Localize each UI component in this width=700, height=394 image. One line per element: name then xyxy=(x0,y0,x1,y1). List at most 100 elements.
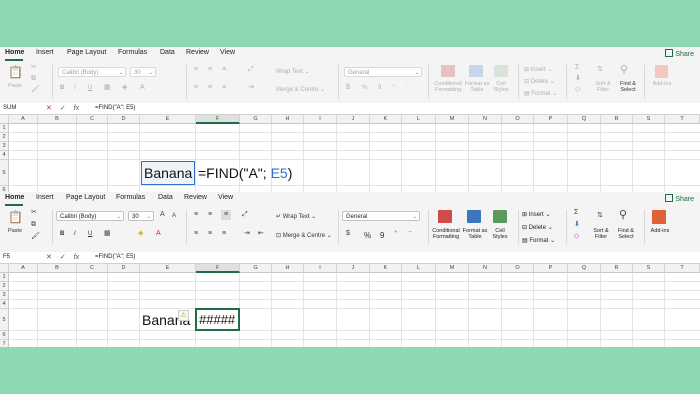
italic-button[interactable]: I xyxy=(74,231,76,237)
column-header-i[interactable]: I xyxy=(304,115,337,124)
font-size-dropdown[interactable]: 30 ⌄ xyxy=(130,67,156,77)
column-header-s[interactable]: S xyxy=(633,115,665,124)
row-header-7[interactable]: 7 xyxy=(0,340,9,347)
find-select-label[interactable]: Find & Select xyxy=(614,228,638,240)
format-as-table-label[interactable]: Format as Table xyxy=(464,81,490,93)
share-button[interactable]: Share xyxy=(665,49,694,58)
insert-function-icon[interactable]: fx xyxy=(74,105,79,112)
cut-icon[interactable]: ✂ xyxy=(31,209,37,217)
cut-icon[interactable]: ✂ xyxy=(31,64,37,72)
cell-styles-label[interactable]: Cell Styles xyxy=(490,81,512,93)
column-header-e[interactable]: E xyxy=(140,115,196,124)
decrease-font-icon[interactable]: A xyxy=(172,212,176,220)
indent-icon[interactable]: ⇥ xyxy=(248,84,254,92)
sort-filter-icon[interactable]: ⇅ xyxy=(597,212,603,220)
column-header-j[interactable]: J xyxy=(337,264,370,273)
format-cells-button[interactable]: ▤ Format ⌄ xyxy=(524,90,557,97)
column-header-n[interactable]: N xyxy=(469,264,502,273)
paste-icon[interactable]: 📋 xyxy=(8,65,23,79)
column-header-f[interactable]: F xyxy=(196,115,240,124)
worksheet-grid[interactable]: ABCDEFGHIJKLMNOPQRST12345678Banana=FIND(… xyxy=(0,115,700,192)
insert-cells-button[interactable]: ⊞ Insert ⌄ xyxy=(522,211,550,218)
column-header-r[interactable]: R xyxy=(601,115,633,124)
percent-button[interactable]: % xyxy=(364,231,371,240)
underline-button[interactable]: U xyxy=(88,85,92,91)
tab-data[interactable]: Data xyxy=(160,49,175,56)
comma-button[interactable]: 9 xyxy=(380,231,384,240)
copy-icon[interactable]: ⧉ xyxy=(31,75,36,83)
name-box[interactable]: F5 xyxy=(3,253,35,262)
align-center-icon[interactable]: ≡ xyxy=(208,84,212,92)
conditional-formatting-label[interactable]: Conditional Formatting xyxy=(430,81,466,93)
indent-icon[interactable]: ⇥ xyxy=(244,230,250,238)
fill-color-icon[interactable]: ◈ xyxy=(122,84,127,92)
insert-function-icon[interactable]: fx xyxy=(74,254,79,261)
column-header-p[interactable]: P xyxy=(534,264,568,273)
share-button[interactable]: Share xyxy=(665,194,694,203)
increase-decimal-icon[interactable]: ⁺ xyxy=(394,230,398,238)
sort-filter-icon[interactable]: ⇅ xyxy=(597,66,603,74)
format-painter-icon[interactable]: 🖌 xyxy=(31,233,40,241)
autosum-icon[interactable]: Σ xyxy=(574,209,578,217)
find-select-icon[interactable]: ⚲ xyxy=(619,209,627,221)
fill-icon[interactable]: ⬇ xyxy=(574,221,580,229)
tab-page-layout[interactable]: Page Layout xyxy=(67,49,106,56)
column-header-s[interactable]: S xyxy=(633,264,665,273)
insert-cells-button[interactable]: ⊞ Insert ⌄ xyxy=(524,66,552,73)
column-header-b[interactable]: B xyxy=(38,264,77,273)
underline-button[interactable]: U xyxy=(88,231,92,237)
align-right-icon[interactable]: ≡ xyxy=(222,84,226,92)
format-as-table-label[interactable]: Format as Table xyxy=(462,228,488,240)
font-name-dropdown[interactable]: Calibri (Body) ⌄ xyxy=(56,211,124,221)
number-format-dropdown[interactable]: General ⌄ xyxy=(344,67,422,77)
formula-input[interactable]: =FIND("A"; E5) xyxy=(95,103,135,114)
row-header-3[interactable]: 3 xyxy=(0,291,9,300)
wrap-text-button[interactable]: Wrap Text ⌄ xyxy=(276,68,310,75)
row-header-4[interactable]: 4 xyxy=(0,151,9,160)
increase-decimal-icon[interactable]: ⁺ xyxy=(392,84,396,92)
column-header-q[interactable]: Q xyxy=(568,264,601,273)
conditional-formatting-icon[interactable] xyxy=(441,65,455,77)
font-color-icon[interactable]: A xyxy=(140,84,145,92)
merge-centre-button[interactable]: ⊡ Merge & Centre ⌄ xyxy=(276,232,332,239)
bold-button[interactable]: B xyxy=(60,85,64,91)
cell-styles-icon[interactable] xyxy=(493,210,507,223)
format-as-table-icon[interactable] xyxy=(469,65,483,77)
select-all-corner[interactable] xyxy=(0,264,9,273)
row-header-2[interactable]: 2 xyxy=(0,282,9,291)
fill-icon[interactable]: ⬇ xyxy=(575,75,581,83)
column-header-p[interactable]: P xyxy=(534,115,568,124)
column-header-c[interactable]: C xyxy=(77,264,108,273)
column-header-g[interactable]: G xyxy=(240,115,272,124)
conditional-formatting-label[interactable]: Conditional Formatting xyxy=(430,228,462,240)
column-header-j[interactable]: J xyxy=(337,115,370,124)
italic-button[interactable]: I xyxy=(74,85,76,91)
paste-icon[interactable]: 📋 xyxy=(8,210,23,224)
decrease-decimal-icon[interactable]: ⁻ xyxy=(408,230,412,238)
decrease-decimal-icon[interactable]: ⁻ xyxy=(406,84,410,92)
column-header-d[interactable]: D xyxy=(108,115,140,124)
row-header-3[interactable]: 3 xyxy=(0,142,9,151)
delete-cells-button[interactable]: ⊟ Delete ⌄ xyxy=(524,78,555,85)
align-top-icon[interactable]: ≡ xyxy=(194,211,198,219)
cell-styles-icon[interactable] xyxy=(494,65,508,77)
tab-page-layout[interactable]: Page Layout xyxy=(66,194,105,201)
column-header-l[interactable]: L xyxy=(402,264,436,273)
autosum-icon[interactable]: Σ xyxy=(575,64,579,72)
add-ins-icon[interactable] xyxy=(655,65,668,78)
sort-filter-label[interactable]: Sort & Filter xyxy=(590,81,616,93)
column-header-m[interactable]: M xyxy=(436,115,469,124)
column-header-c[interactable]: C xyxy=(77,115,108,124)
column-header-i[interactable]: I xyxy=(304,264,337,273)
format-painter-icon[interactable]: 🖌 xyxy=(31,86,40,94)
copy-icon[interactable]: ⧉ xyxy=(31,221,36,229)
column-header-m[interactable]: M xyxy=(436,264,469,273)
add-ins-icon[interactable] xyxy=(652,210,666,224)
cancel-icon[interactable]: ✕ xyxy=(46,105,52,112)
increase-font-icon[interactable]: A xyxy=(160,211,165,219)
row-header-5[interactable]: 5 xyxy=(0,160,9,186)
column-header-f[interactable]: F xyxy=(196,264,240,273)
tab-formulas[interactable]: Formulas xyxy=(118,49,147,56)
column-header-n[interactable]: N xyxy=(469,115,502,124)
align-left-icon[interactable]: ≡ xyxy=(194,230,198,238)
